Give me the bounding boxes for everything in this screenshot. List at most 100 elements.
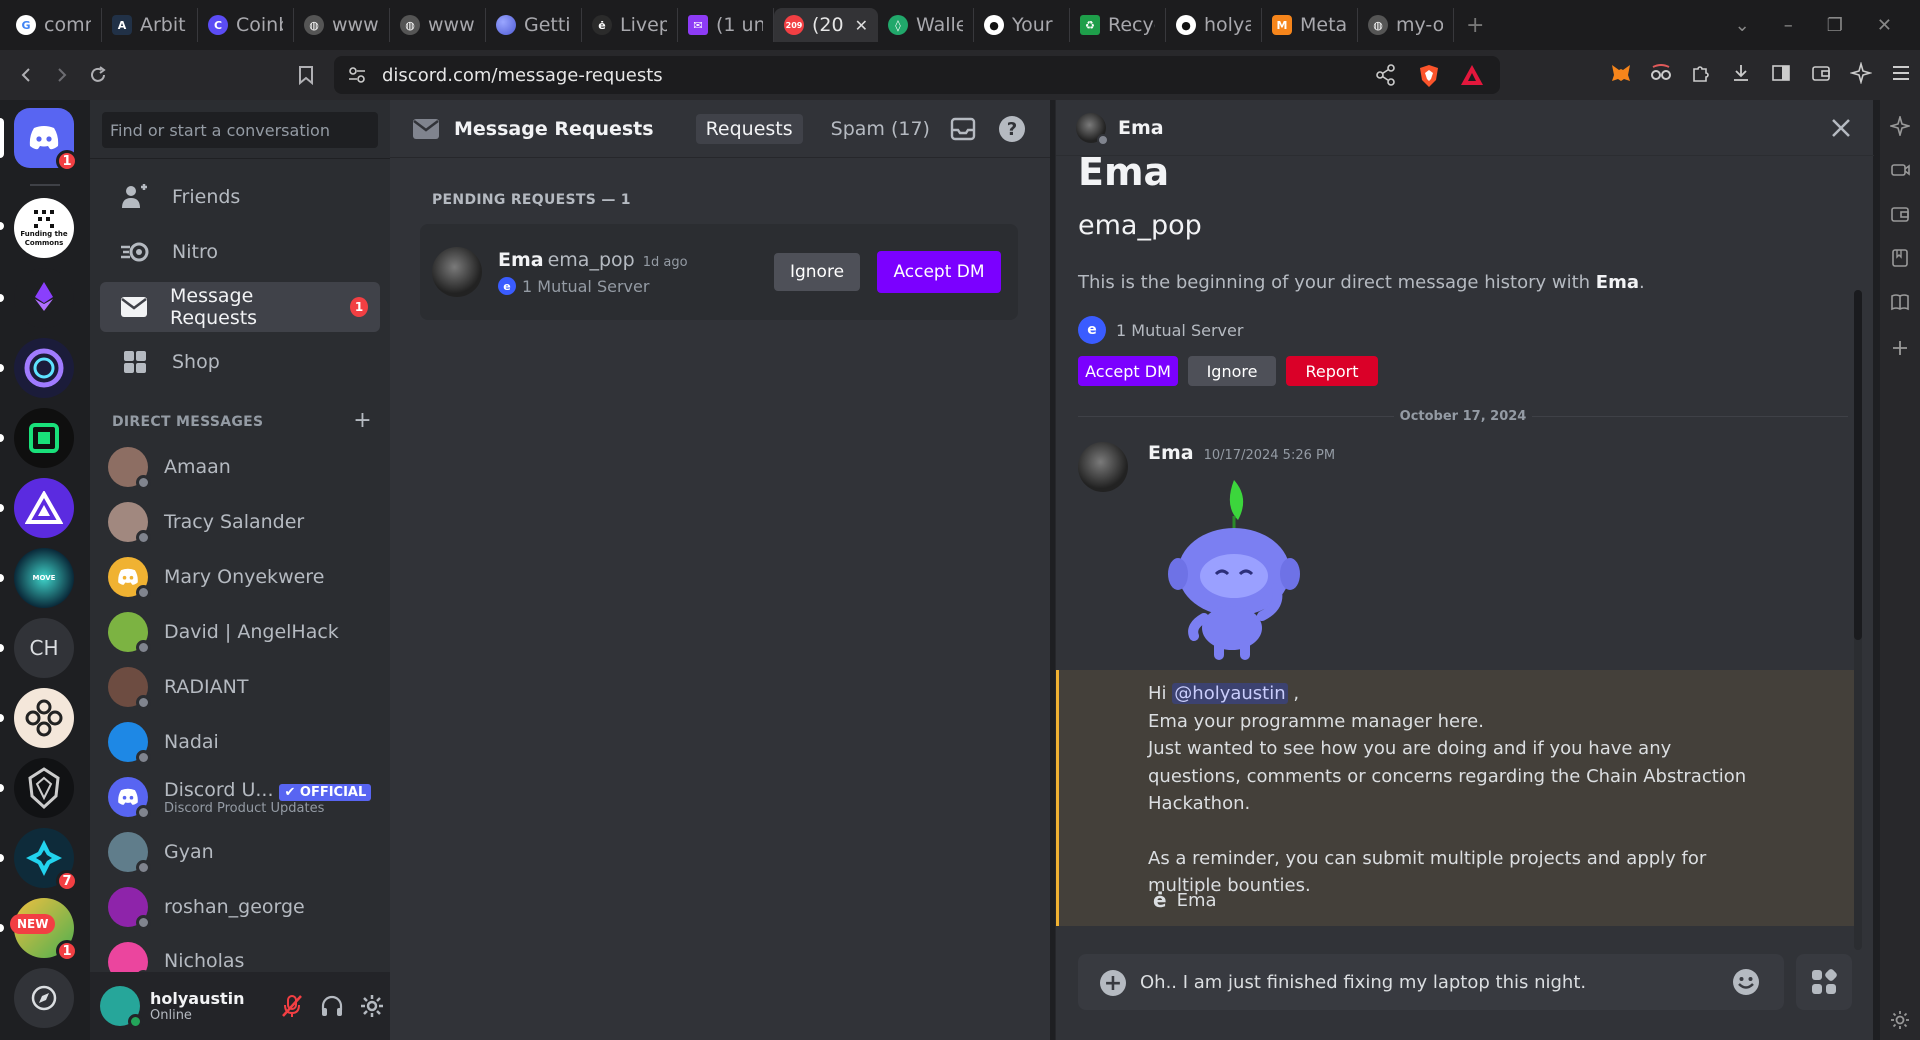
- dm-item[interactable]: Nicholas: [100, 937, 380, 972]
- server-helmet[interactable]: [14, 758, 74, 818]
- wallet-icon[interactable]: [1890, 204, 1910, 224]
- browser-tab[interactable]: ●Your F: [974, 8, 1070, 42]
- tab-list-chevron-icon[interactable]: ⌄: [1735, 15, 1750, 36]
- bookmark-button[interactable]: [288, 57, 324, 93]
- server-new[interactable]: NEW 1: [10, 898, 78, 962]
- browser-tab[interactable]: ♻Recyc: [1070, 8, 1166, 42]
- download-icon[interactable]: [1730, 62, 1752, 84]
- add-attachment-button[interactable]: +: [1100, 970, 1126, 996]
- metamask-extension-icon[interactable]: [1610, 62, 1632, 84]
- restore-icon[interactable]: ❐: [1827, 15, 1843, 36]
- chat-scrollbar[interactable]: [1854, 290, 1862, 950]
- browser-tab[interactable]: MMetal: [1262, 8, 1358, 42]
- add-panel-icon[interactable]: [1890, 338, 1910, 358]
- leo-ai-icon[interactable]: [1850, 62, 1872, 84]
- browser-tab[interactable]: ◍my-or: [1358, 8, 1454, 42]
- help-icon[interactable]: ?: [998, 115, 1026, 143]
- message-avatar[interactable]: [1078, 442, 1128, 492]
- server-funding-the-commons[interactable]: Funding the Commons: [14, 198, 74, 258]
- accept-dm-button[interactable]: Accept DM: [1078, 356, 1178, 386]
- server-ch[interactable]: CH: [14, 618, 74, 678]
- browser-tab[interactable]: ◍ www.: [390, 8, 486, 42]
- server-triangle[interactable]: [14, 478, 74, 538]
- mute-mic-icon[interactable]: [280, 994, 304, 1018]
- tab-requests[interactable]: Requests: [695, 113, 803, 144]
- sidebar-item-nitro[interactable]: Nitro: [100, 227, 380, 277]
- extensions-puzzle-icon[interactable]: [1690, 62, 1712, 84]
- discover-button[interactable]: [14, 968, 74, 1028]
- minimize-icon[interactable]: –: [1784, 15, 1793, 36]
- browser-tab[interactable]: Gcomm: [6, 8, 102, 42]
- bookmarks-icon[interactable]: [1890, 248, 1910, 268]
- composer-text[interactable]: Oh.. I am just finished fixing my laptop…: [1140, 972, 1586, 993]
- create-dm-button[interactable]: +: [353, 410, 372, 432]
- dm-item-discord-updates[interactable]: Discord U... ✔ OFFICIAL Discord Product Up…: [100, 772, 380, 822]
- headphones-icon[interactable]: [320, 994, 344, 1018]
- tab-spam[interactable]: Spam (17): [821, 114, 940, 144]
- browser-tab[interactable]: ◊ Walle: [878, 8, 974, 42]
- dm-item[interactable]: Tracy Salander: [100, 497, 380, 547]
- user-avatar[interactable]: [100, 986, 143, 1029]
- reading-list-icon[interactable]: [1890, 292, 1910, 312]
- report-button[interactable]: Report: [1286, 356, 1378, 386]
- browser-tab[interactable]: ◍ www.: [294, 8, 390, 42]
- dm-item[interactable]: Mary Onyekwere: [100, 552, 380, 602]
- metamask-icon: M: [1272, 15, 1292, 35]
- inbox-icon[interactable]: [950, 116, 976, 142]
- menu-icon[interactable]: [1890, 62, 1912, 84]
- unread-pill: [0, 504, 4, 512]
- unread-pill: [0, 924, 4, 932]
- accept-dm-button[interactable]: Accept DM: [877, 251, 1001, 293]
- spectacles-extension-icon[interactable]: [1650, 62, 1672, 84]
- browser-tab[interactable]: CCoinb: [198, 8, 294, 42]
- browser-tab-strip: Gcomm AArbitr CCoinb ◍www. ◍www. Gettin …: [0, 0, 1920, 50]
- server-move-aptos[interactable]: MOVE: [14, 548, 74, 608]
- address-bar[interactable]: discord.com/message-requests: [334, 56, 1500, 94]
- message-composer[interactable]: + Oh.. I am just finished fixing my lapt…: [1078, 954, 1784, 1010]
- forward-button[interactable]: [44, 57, 80, 93]
- close-tab-icon[interactable]: ✕: [855, 16, 868, 35]
- dm-item[interactable]: Gyan: [100, 827, 380, 877]
- leo-ai-icon[interactable]: [1890, 116, 1910, 136]
- ignore-button[interactable]: Ignore: [774, 253, 860, 291]
- dm-item[interactable]: Amaan: [100, 442, 380, 492]
- emoji-icon[interactable]: [1732, 968, 1760, 996]
- request-card[interactable]: Ema ema_pop 1d ago e 1 Mutual Server Ign…: [420, 224, 1018, 320]
- wallet-icon[interactable]: [1810, 62, 1832, 84]
- sidebar-item-message-requests[interactable]: Message Requests 1: [100, 282, 380, 332]
- server-ethglobal[interactable]: [14, 268, 74, 328]
- back-button[interactable]: [8, 57, 44, 93]
- server-ring[interactable]: [14, 338, 74, 398]
- gear-icon[interactable]: [1890, 1010, 1910, 1030]
- app-launcher-button[interactable]: [1796, 954, 1852, 1010]
- browser-tab[interactable]: ėLivepe: [582, 8, 678, 42]
- server-flower[interactable]: [14, 688, 74, 748]
- discord-home-button[interactable]: 1: [14, 108, 78, 172]
- browser-tab[interactable]: AArbitr: [102, 8, 198, 42]
- mutual-server-info[interactable]: e 1 Mutual Server: [1078, 316, 1243, 344]
- scrollbar-thumb[interactable]: [1854, 290, 1862, 640]
- dm-item[interactable]: Nadai: [100, 717, 380, 767]
- browser-tab-active[interactable]: 209 (20 ✕: [774, 8, 878, 42]
- sidebar-toggle-icon[interactable]: [1770, 62, 1792, 84]
- close-icon[interactable]: [1829, 116, 1853, 140]
- sidebar-item-shop[interactable]: Shop: [100, 337, 380, 387]
- server-square[interactable]: [14, 408, 74, 468]
- browser-tab[interactable]: Gettin: [486, 8, 582, 42]
- close-window-icon[interactable]: ✕: [1877, 15, 1892, 36]
- ignore-button[interactable]: Ignore: [1188, 356, 1276, 386]
- server-star[interactable]: 7: [14, 828, 78, 892]
- sidebar-item-friends[interactable]: Friends: [100, 172, 380, 222]
- browser-tab[interactable]: ● holya: [1166, 8, 1262, 42]
- message-author[interactable]: Ema: [1148, 442, 1194, 464]
- new-tab-button[interactable]: +: [1466, 13, 1484, 38]
- talk-icon[interactable]: [1890, 160, 1910, 180]
- dm-item[interactable]: roshan_george: [100, 882, 380, 932]
- user-mention[interactable]: @holyaustin: [1172, 683, 1288, 704]
- gear-icon[interactable]: [360, 994, 384, 1018]
- dm-item[interactable]: David | AngelHack: [100, 607, 380, 657]
- conversation-search-input[interactable]: Find or start a conversation: [102, 112, 378, 148]
- browser-tab[interactable]: ✉(1 unr: [678, 8, 774, 42]
- reload-button[interactable]: [80, 57, 116, 93]
- dm-item[interactable]: RADIANT: [100, 662, 380, 712]
